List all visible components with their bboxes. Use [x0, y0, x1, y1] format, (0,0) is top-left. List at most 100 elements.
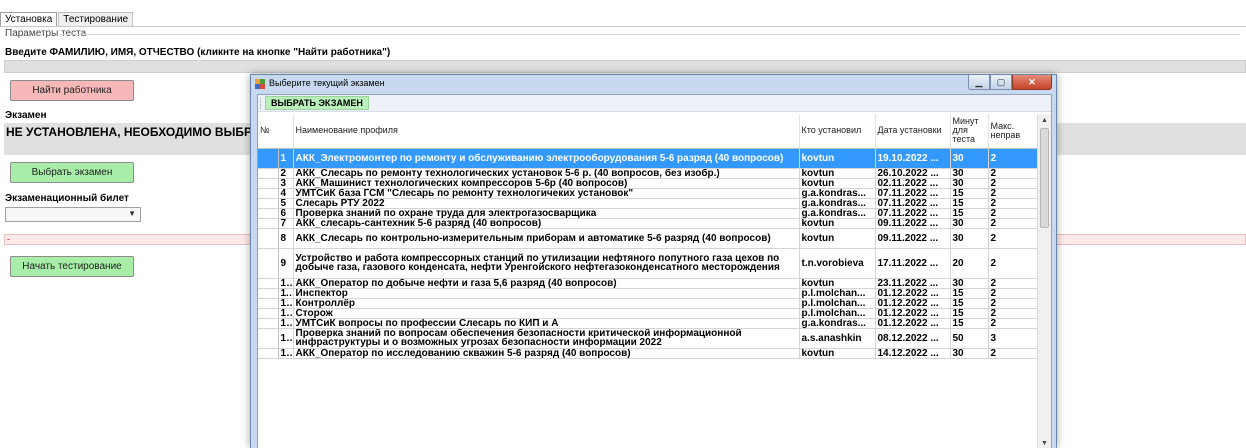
- column-header-minutes[interactable]: Минут для теста: [950, 114, 989, 149]
- cell-max-wrong[interactable]: 2: [988, 248, 1037, 279]
- cell-who[interactable]: kovtun: [799, 148, 876, 169]
- scrollbar-thumb[interactable]: [1040, 128, 1049, 228]
- row-header-cell[interactable]: [258, 188, 279, 199]
- cell-date[interactable]: 07.11.2022 ...: [875, 198, 951, 209]
- table-row[interactable]: 15 Проверка знаний по вопросам обеспечени…: [258, 328, 1037, 349]
- cell-num[interactable]: 7: [278, 218, 294, 229]
- row-header-cell[interactable]: [258, 198, 279, 209]
- cell-minutes[interactable]: 30: [950, 278, 989, 289]
- cell-max-wrong[interactable]: 2: [988, 298, 1037, 309]
- cell-num[interactable]: 14: [278, 318, 294, 329]
- dialog-titlebar[interactable]: Выберите текущий экзамен ▁ ▢ ✕: [251, 75, 1056, 94]
- cell-who[interactable]: kovtun: [799, 218, 876, 229]
- cell-max-wrong[interactable]: 2: [988, 178, 1037, 189]
- cell-num[interactable]: 12: [278, 298, 294, 309]
- scroll-up-icon[interactable]: ▲: [1038, 114, 1051, 127]
- cell-who[interactable]: p.l.molchan...: [799, 308, 876, 319]
- cell-who[interactable]: p.l.molchan...: [799, 288, 876, 299]
- cell-who[interactable]: p.l.molchan...: [799, 298, 876, 309]
- cell-name[interactable]: АКК_Машинист технологических компрессоро…: [293, 178, 800, 189]
- cell-name[interactable]: АКК_Слесарь по ремонту технологических у…: [293, 168, 800, 179]
- cell-name[interactable]: АКК_Слесарь по контрольно-измерительным …: [293, 228, 800, 249]
- cell-name[interactable]: Устройство и работа компрессорных станци…: [293, 248, 800, 279]
- cell-max-wrong[interactable]: 2: [988, 278, 1037, 289]
- cell-date[interactable]: 17.11.2022 ...: [875, 248, 951, 279]
- table-row[interactable]: 14 УМТСиК вопросы по профессии Слесарь по…: [258, 318, 1037, 329]
- cell-num[interactable]: 4: [278, 188, 294, 199]
- cell-max-wrong[interactable]: 2: [988, 188, 1037, 199]
- cell-max-wrong[interactable]: 2: [988, 218, 1037, 229]
- cell-who[interactable]: t.n.vorobieva: [799, 248, 876, 279]
- cell-minutes[interactable]: 50: [950, 328, 989, 349]
- find-employee-button[interactable]: Найти работника: [10, 80, 134, 101]
- column-header-date[interactable]: Дата установки: [875, 114, 951, 149]
- cell-num[interactable]: 5: [278, 198, 294, 209]
- cell-date[interactable]: 01.12.2022 ...: [875, 298, 951, 309]
- cell-date[interactable]: 07.11.2022 ...: [875, 208, 951, 219]
- cell-who[interactable]: kovtun: [799, 228, 876, 249]
- tab-setup[interactable]: Установка: [0, 12, 58, 27]
- ticket-select[interactable]: ▼: [5, 207, 141, 222]
- cell-minutes[interactable]: 15: [950, 198, 989, 209]
- cell-who[interactable]: kovtun: [799, 348, 876, 359]
- cell-minutes[interactable]: 30: [950, 348, 989, 359]
- table-row[interactable]: 2 АКК_Слесарь по ремонту технологических …: [258, 168, 1037, 179]
- cell-num[interactable]: 13: [278, 308, 294, 319]
- table-row[interactable]: 8 АКК_Слесарь по контрольно-измерительным…: [258, 228, 1037, 249]
- cell-date[interactable]: 01.12.2022 ...: [875, 308, 951, 319]
- choose-exam-button[interactable]: Выбрать экзамен: [10, 162, 134, 183]
- row-header-cell[interactable]: [258, 348, 279, 359]
- cell-minutes[interactable]: 30: [950, 218, 989, 229]
- select-exam-toolbar-button[interactable]: ВЫБРАТЬ ЭКЗАМЕН: [265, 96, 369, 110]
- cell-who[interactable]: kovtun: [799, 278, 876, 289]
- row-header-cell[interactable]: [258, 148, 279, 169]
- cell-name[interactable]: АКК_Оператор по исследованию скважин 5-6…: [293, 348, 800, 359]
- cell-who[interactable]: g.a.kondras...: [799, 208, 876, 219]
- column-header-name[interactable]: Наименование профиля: [293, 114, 800, 149]
- cell-date[interactable]: 26.10.2022 ...: [875, 168, 951, 179]
- cell-max-wrong[interactable]: 2: [988, 318, 1037, 329]
- cell-date[interactable]: 14.12.2022 ...: [875, 348, 951, 359]
- cell-name[interactable]: Проверка знаний по вопросам обеспечения …: [293, 328, 800, 349]
- cell-minutes[interactable]: 15: [950, 208, 989, 219]
- cell-date[interactable]: 23.11.2022 ...: [875, 278, 951, 289]
- scroll-down-icon[interactable]: ▼: [1038, 437, 1051, 448]
- row-header-cell[interactable]: [258, 208, 279, 219]
- cell-date[interactable]: 08.12.2022 ...: [875, 328, 951, 349]
- cell-num[interactable]: 3: [278, 178, 294, 189]
- cell-name[interactable]: УМТСиК база ГСМ "Слесарь по ремонту техн…: [293, 188, 800, 199]
- table-row[interactable]: 13 Сторож p.l.molchan... 01.12.2022 ... 15 2: [258, 308, 1037, 319]
- table-row[interactable]: 16 АКК_Оператор по исследованию скважин 5…: [258, 348, 1037, 359]
- row-header-cell[interactable]: [258, 288, 279, 299]
- cell-num[interactable]: 6: [278, 208, 294, 219]
- table-row[interactable]: 4 УМТСиК база ГСМ "Слесарь по ремонту тех…: [258, 188, 1037, 199]
- cell-name[interactable]: Слесарь РТУ 2022: [293, 198, 800, 209]
- cell-name[interactable]: Сторож: [293, 308, 800, 319]
- cell-max-wrong[interactable]: 2: [988, 148, 1037, 169]
- cell-num[interactable]: 15: [278, 328, 294, 349]
- cell-name[interactable]: Проверка знаний по охране труда для элек…: [293, 208, 800, 219]
- cell-max-wrong[interactable]: 2: [988, 168, 1037, 179]
- cell-date[interactable]: 19.10.2022 ...: [875, 148, 951, 169]
- row-header-cell[interactable]: [258, 328, 279, 349]
- row-header-cell[interactable]: [258, 248, 279, 279]
- chevron-down-icon[interactable]: ▼: [128, 209, 136, 218]
- cell-max-wrong[interactable]: 2: [988, 288, 1037, 299]
- cell-max-wrong[interactable]: 2: [988, 198, 1037, 209]
- cell-date[interactable]: 01.12.2022 ...: [875, 288, 951, 299]
- exams-grid[interactable]: № Наименование профиля Кто установил Дат…: [258, 114, 1037, 448]
- maximize-icon[interactable]: ▢: [990, 75, 1012, 90]
- row-header-cell[interactable]: [258, 228, 279, 249]
- cell-num[interactable]: 9: [278, 248, 294, 279]
- row-header-cell[interactable]: [258, 178, 279, 189]
- cell-max-wrong[interactable]: 2: [988, 228, 1037, 249]
- minimize-icon[interactable]: ▁: [968, 75, 990, 90]
- cell-num[interactable]: 11: [278, 288, 294, 299]
- cell-minutes[interactable]: 20: [950, 248, 989, 279]
- table-row[interactable]: 9 Устройство и работа компрессорных станц…: [258, 248, 1037, 279]
- cell-num[interactable]: 1: [278, 148, 294, 169]
- cell-date[interactable]: 07.11.2022 ...: [875, 188, 951, 199]
- row-header-cell[interactable]: [258, 218, 279, 229]
- row-header-cell[interactable]: [258, 278, 279, 289]
- cell-num[interactable]: 16: [278, 348, 294, 359]
